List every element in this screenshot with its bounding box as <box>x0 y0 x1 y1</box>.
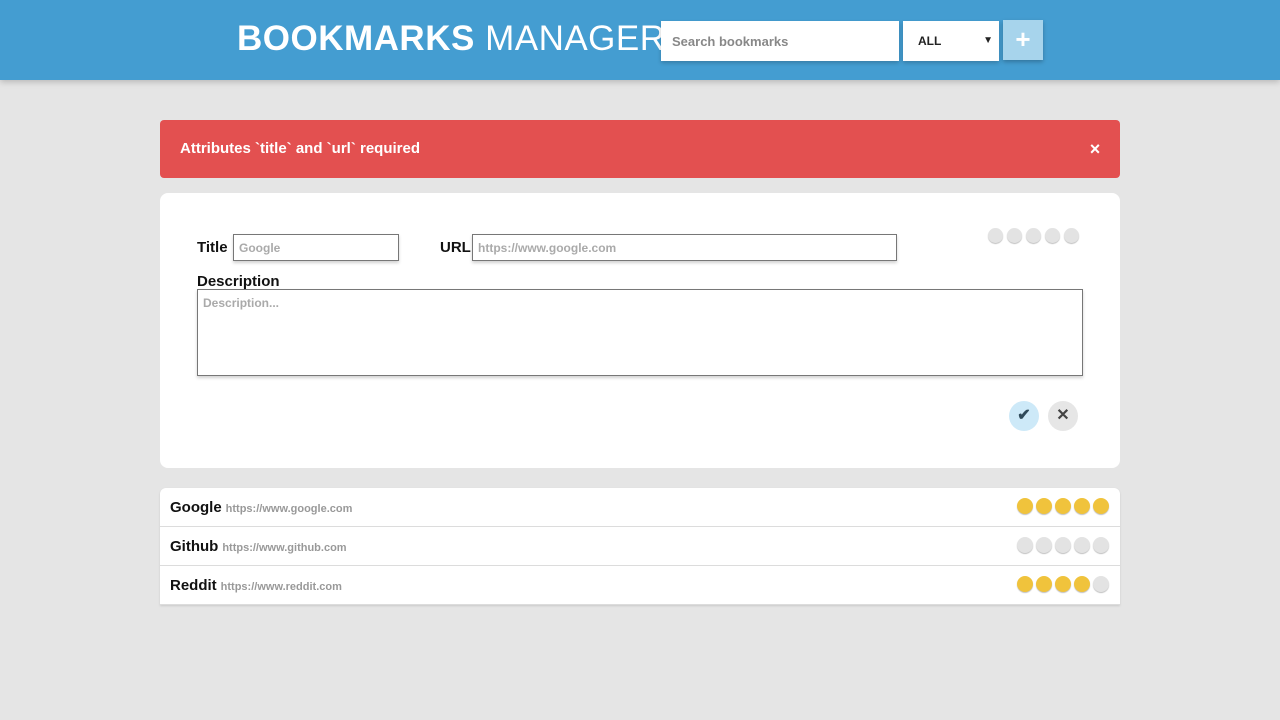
description-label: Description <box>197 273 280 290</box>
rating-star-icon[interactable] <box>1055 576 1071 592</box>
rating-star-icon[interactable] <box>1064 228 1079 243</box>
list-item[interactable]: Reddit https://www.reddit.com <box>160 566 1120 605</box>
filter-select-value: ALL <box>918 34 942 48</box>
alert-message: Attributes `title` and `url` required <box>180 140 420 157</box>
filter-select[interactable]: ALL ▼ <box>903 21 999 61</box>
description-field[interactable] <box>197 289 1083 376</box>
search-input[interactable] <box>661 21 899 61</box>
rating-star-icon[interactable] <box>1093 498 1109 514</box>
bookmark-rating[interactable] <box>1017 498 1112 514</box>
rating-star-icon[interactable] <box>1017 537 1033 553</box>
url-label: URL <box>440 239 471 256</box>
app-title-light: MANAGER <box>485 19 666 58</box>
title-label: Title <box>197 239 228 256</box>
rating-star-icon[interactable] <box>1036 498 1052 514</box>
form-rating[interactable] <box>988 228 1083 244</box>
rating-star-icon[interactable] <box>1074 498 1090 514</box>
url-field[interactable] <box>472 234 897 261</box>
app-header: BOOKMARKS MANAGER ALL ▼ + <box>0 0 1280 80</box>
rating-star-icon[interactable] <box>1093 576 1109 592</box>
rating-star-icon[interactable] <box>1007 228 1022 243</box>
rating-star-icon[interactable] <box>1055 537 1071 553</box>
rating-star-icon[interactable] <box>1074 537 1090 553</box>
rating-star-icon[interactable] <box>1045 228 1060 243</box>
rating-star-icon[interactable] <box>1017 498 1033 514</box>
bookmark-url[interactable]: https://www.github.com <box>222 542 346 554</box>
rating-star-icon[interactable] <box>1074 576 1090 592</box>
bookmark-url[interactable]: https://www.reddit.com <box>221 581 342 593</box>
list-item[interactable]: Google https://www.google.com <box>160 488 1120 527</box>
rating-star-icon[interactable] <box>1036 537 1052 553</box>
app-title-bold: BOOKMARKS <box>237 19 475 58</box>
bookmark-list: Google https://www.google.com Github https… <box>160 488 1120 605</box>
bookmark-title[interactable]: Reddit https://www.reddit.com <box>170 577 342 594</box>
cancel-button[interactable]: ✕ <box>1048 401 1078 431</box>
confirm-button[interactable]: ✔ <box>1009 401 1039 431</box>
bookmark-url[interactable]: https://www.google.com <box>226 503 353 515</box>
bookmark-title[interactable]: Google https://www.google.com <box>170 499 352 516</box>
bookmark-rating[interactable] <box>1017 576 1112 592</box>
rating-star-icon[interactable] <box>1055 498 1071 514</box>
add-bookmark-button[interactable]: + <box>1003 20 1043 60</box>
rating-star-icon[interactable] <box>1026 228 1041 243</box>
error-alert: Attributes `title` and `url` required × <box>160 120 1120 178</box>
app-title: BOOKMARKS MANAGER <box>237 19 666 59</box>
rating-star-icon[interactable] <box>1017 576 1033 592</box>
rating-star-icon[interactable] <box>988 228 1003 243</box>
chevron-down-icon: ▼ <box>983 35 993 46</box>
title-field[interactable] <box>233 234 399 261</box>
bookmark-form: Title URL Description ✔ ✕ <box>160 193 1120 468</box>
rating-star-icon[interactable] <box>1093 537 1109 553</box>
rating-star-icon[interactable] <box>1036 576 1052 592</box>
bookmark-title[interactable]: Github https://www.github.com <box>170 538 347 555</box>
close-icon[interactable]: × <box>1088 139 1102 159</box>
list-item[interactable]: Github https://www.github.com <box>160 527 1120 566</box>
bookmark-rating[interactable] <box>1017 537 1112 553</box>
